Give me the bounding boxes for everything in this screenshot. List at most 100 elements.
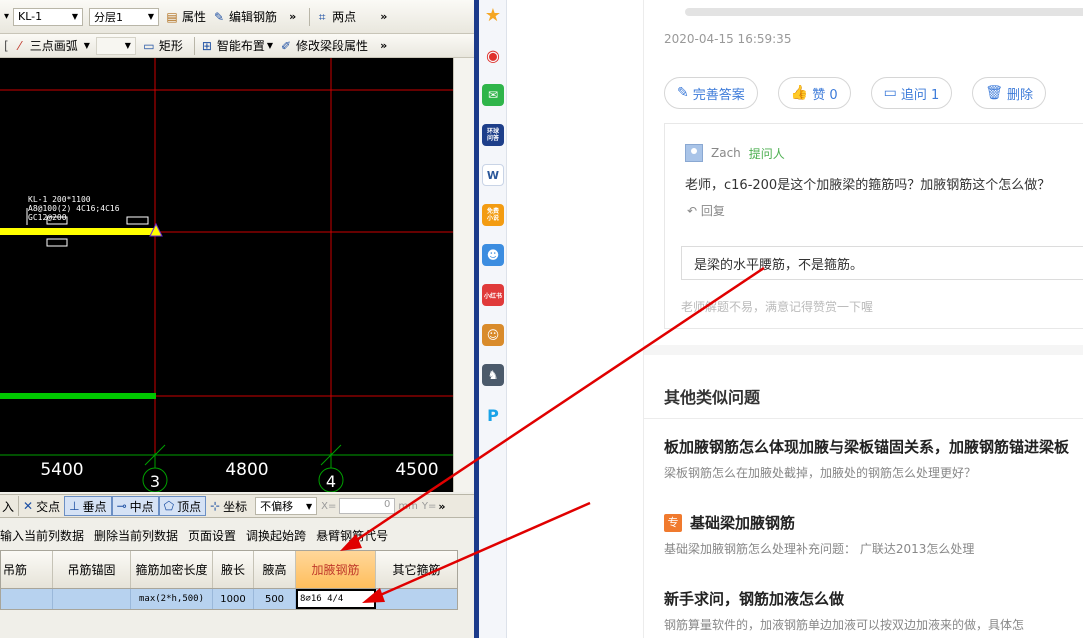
menu-input-column[interactable]: 输入当前列数据 <box>0 527 84 544</box>
separator <box>193 36 195 55</box>
intersection-snap[interactable]: ✕ 交点 <box>19 496 64 516</box>
perpendicular-icon: ⊥ <box>69 499 80 513</box>
coordinate-snap[interactable]: ⊹ 坐标 <box>206 496 251 516</box>
similar-question-link[interactable]: 新手求问，钢筋加液怎么做 <box>664 588 844 609</box>
x-input[interactable]: 0 <box>339 498 396 514</box>
perpendicular-snap[interactable]: ⊥ 垂点 <box>64 496 112 516</box>
three-point-arc-label: 三点画弧 <box>29 39 78 53</box>
column-header[interactable]: 腋高 <box>254 551 296 588</box>
similar-question-title[interactable]: 基础梁加腋钢筋 <box>690 512 795 533</box>
vertex-snap[interactable]: ⬠ 顶点 <box>158 496 207 516</box>
menu-swap-span[interactable]: 调换起始跨 <box>246 527 306 544</box>
complete-answer-button[interactable]: ✎ 完善答案 <box>664 77 758 109</box>
overflow-chevron-icon[interactable]: » <box>380 39 387 52</box>
axis-number: 4 <box>326 472 336 491</box>
avatar <box>685 144 703 162</box>
input-button[interactable]: 入 <box>0 496 20 516</box>
word-icon[interactable]: W <box>482 164 504 186</box>
column-header[interactable]: 其它箍筋 <box>376 551 457 588</box>
snap-toolbar: 入 ✕ 交点 ⊥ 垂点 ⊸ 中点 ⬠ 顶点 ⊹ 坐标 不偏移 ▼ X= 0 mm Y= » <box>0 494 474 518</box>
horizontal-scrollbar[interactable] <box>685 8 1083 16</box>
separator <box>309 7 311 26</box>
author-role: 提问人 <box>748 146 785 161</box>
game-icon[interactable]: ☻ <box>482 244 504 266</box>
chevron-down-icon: ▼ <box>306 501 313 511</box>
section-divider <box>644 345 1083 355</box>
properties-button[interactable]: ▤ 属性 <box>165 8 206 25</box>
xiaohongshu-icon[interactable]: 小红书 <box>482 284 504 306</box>
overflow-chevron-icon[interactable]: » <box>380 10 387 23</box>
midpoint-icon: ⊸ <box>116 499 127 513</box>
table-cell[interactable] <box>53 589 131 609</box>
overflow-chevron-icon[interactable]: » <box>289 10 296 23</box>
beam-label-line3: GC12@200 <box>28 213 67 222</box>
drawing-canvas[interactable]: KL-1 200*1100 A8@100(2) 4C16;4C16 GC12@2… <box>0 58 453 492</box>
midpoint-snap[interactable]: ⊸ 中点 <box>111 496 159 516</box>
menu-delete-column[interactable]: 删除当前列数据 <box>94 527 178 544</box>
table-cell[interactable] <box>1 589 53 609</box>
like-label: 赞 0 <box>812 87 838 103</box>
beam-label-line2: A8@100(2) 4C16;4C16 <box>28 204 120 213</box>
table-cell[interactable] <box>376 589 457 609</box>
toolbar-draw: [ ⁄ 三点画弧 ▼ ▼ ▭ 矩形 ⊞ 智能布置 ▼ ✐ 修改梁段属性 » <box>0 34 474 58</box>
like-button[interactable]: 👍 赞 0 <box>777 77 851 109</box>
vertical-scrollbar[interactable] <box>453 58 474 492</box>
coordinate-icon: ⊹ <box>210 499 221 513</box>
teacher-answer: 是梁的水平腰筋，不是箍筋。 <box>681 246 1083 280</box>
similar-question-link[interactable]: 板加腋钢筋怎么体现加腋与梁板锚固关系，加腋钢筋锚进梁板 <box>664 436 1069 457</box>
overflow-chevron-icon[interactable]: » <box>438 500 445 513</box>
author-name: Zach <box>711 146 741 160</box>
three-point-arc-button[interactable]: ⁄ 三点画弧 ▼ <box>13 37 90 54</box>
table-cell[interactable]: max(2*h,500) <box>131 589 213 609</box>
follow-up-button[interactable]: ▭ 追问 1 <box>870 77 953 109</box>
star-icon[interactable]: ★ <box>482 4 504 26</box>
table-cell-selected[interactable]: 8⌀16 4/4 <box>296 589 376 609</box>
pp-icon[interactable]: P <box>482 404 504 426</box>
element-combo[interactable]: KL-1 ▼ <box>13 7 84 26</box>
table-header: 吊筋 吊筋锚固 箍筋加密长度 腋长 腋高 加腋钢筋 其它箍筋 <box>1 551 457 589</box>
chevron-down-icon: ▼ <box>71 12 79 21</box>
delete-button[interactable]: 🗑 删除 <box>972 77 1047 109</box>
huanqiu-icon[interactable]: 环球 问答 <box>482 124 504 146</box>
reward-tip: 老师解题不易，满意记得赞赏一下喔 <box>681 300 874 314</box>
reply-button[interactable]: ↶ 回复 <box>687 202 725 219</box>
beam-green[interactable] <box>0 393 156 399</box>
toolbar-top: ▾ KL-1 ▼ 分层1 ▼ ▤ 属性 ✎ 编辑钢筋 » ⌗ 两点 » <box>0 0 474 34</box>
input-label: 入 <box>2 499 15 514</box>
rectangle-button[interactable]: ▭ 矩形 <box>142 37 183 54</box>
app-launcher-sidebar: ★ ◉ ✉ 环球 问答 W 免费 小说 ☻ 小红书 ☺ ♞ P <box>479 0 507 638</box>
menu-page-setup[interactable]: 页面设置 <box>188 527 236 544</box>
column-header[interactable]: 箍筋加密长度 <box>131 551 213 588</box>
modify-beam-segment-button[interactable]: ✐ 修改梁段属性 <box>279 37 368 54</box>
column-header[interactable]: 吊筋 <box>1 551 53 588</box>
smart-layout-icon: ⊞ <box>201 38 212 53</box>
similar-question-link[interactable]: 专 基础梁加腋钢筋 <box>664 512 795 533</box>
table-row[interactable]: max(2*h,500) 1000 500 8⌀16 4/4 <box>1 589 457 609</box>
cad-application: ▾ KL-1 ▼ 分层1 ▼ ▤ 属性 ✎ 编辑钢筋 » ⌗ 两点 » [ ⁄ 三点画弧 ▼ … <box>0 0 474 638</box>
similar-question-desc: 钢筋算量软件的，加液钢筋单边加液可以按双边加液来的做，具体怎 <box>664 618 1025 632</box>
weibo-icon[interactable]: ◉ <box>482 44 504 66</box>
mail-icon[interactable]: ✉ <box>482 84 504 106</box>
x-label: X= <box>321 500 337 512</box>
table-cell[interactable]: 500 <box>254 589 296 609</box>
arc-option-combo[interactable]: ▼ <box>95 36 136 55</box>
novel-icon[interactable]: 免费 小说 <box>482 204 504 226</box>
column-header-active[interactable]: 加腋钢筋 <box>296 551 376 588</box>
similar-questions-title: 其他类似问题 <box>664 388 761 407</box>
two-points-button[interactable]: ⌗ 两点 <box>315 8 356 25</box>
chevron-down-icon: ▼ <box>147 12 155 21</box>
offset-combo[interactable]: 不偏移 ▼ <box>255 497 318 515</box>
smart-layout-button[interactable]: ⊞ 智能布置 ▼ <box>200 37 273 54</box>
beam-yellow[interactable] <box>0 228 158 235</box>
coordinate-input-group: X= 0 mm Y= <box>321 498 436 514</box>
game3-icon[interactable]: ♞ <box>482 364 504 386</box>
game2-icon[interactable]: ☺ <box>482 324 504 346</box>
menu-cantilever-code[interactable]: 悬臂钢筋代号 <box>316 527 388 544</box>
column-header[interactable]: 吊筋锚固 <box>53 551 131 588</box>
table-cell[interactable]: 1000 <box>213 589 254 609</box>
edit-rebar-button[interactable]: ✎ 编辑钢筋 <box>212 8 277 25</box>
layer-combo[interactable]: 分层1 ▼ <box>89 7 160 26</box>
column-header[interactable]: 腋长 <box>213 551 254 588</box>
chevron-down-icon[interactable]: ▾ <box>4 11 9 22</box>
trash-icon: 🗑 <box>985 85 1004 101</box>
